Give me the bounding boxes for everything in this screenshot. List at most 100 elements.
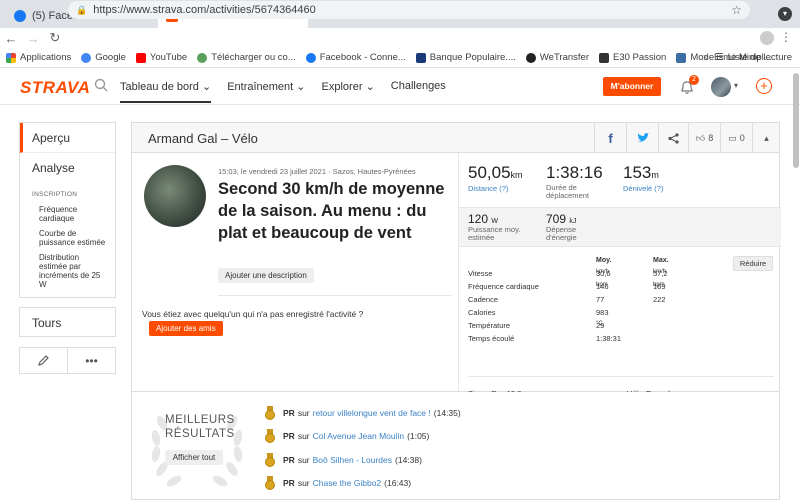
power-number: 120 xyxy=(468,212,489,226)
reading-list-icon: ☰ xyxy=(715,52,724,63)
bookmark-facebook[interactable]: Facebook - Conne... xyxy=(305,52,406,63)
sidebar-item-heart-rate[interactable]: Fréquence cardiaque xyxy=(20,202,115,226)
pr-time: (14:38) xyxy=(395,455,422,465)
nav-explore[interactable]: Explorer ⌄ xyxy=(322,80,375,103)
nav-training[interactable]: Entraînement ⌄ xyxy=(227,80,305,103)
youtube-icon xyxy=(135,52,146,63)
comments-count: 0 xyxy=(739,133,745,143)
share-facebook-button[interactable]: f xyxy=(594,123,626,153)
medal-icon xyxy=(265,476,275,490)
sidebar-item-power-distribution[interactable]: Distribution estimée par incréments de 2… xyxy=(20,250,115,297)
activity-date-location: 15:03, le vendredi 23 juillet 2021 · Saz… xyxy=(218,167,416,176)
sidebar-item-laps[interactable]: Tours xyxy=(19,307,116,337)
kudos-button[interactable]: 👍︎ 8 xyxy=(688,123,720,153)
share-icon xyxy=(668,132,679,144)
pr-badge: PR xyxy=(283,408,295,418)
stat-avg-value: 1:38:31 xyxy=(596,334,622,343)
pr-badge: PR xyxy=(283,478,295,488)
add-friends-button[interactable]: Ajouter des amis xyxy=(149,321,223,336)
chevron-down-icon: ⌄ xyxy=(365,81,375,93)
power-label: Puissance moy. estimée xyxy=(468,225,521,242)
bookmark-banque[interactable]: Banque Populaire.... xyxy=(415,52,516,63)
pr-sur: sur xyxy=(297,478,310,488)
moving-time-value: 1:38:16 xyxy=(546,163,603,182)
stat-label: Temps écoulé xyxy=(468,334,515,343)
segment-link[interactable]: retour villelongue vent de face ! xyxy=(313,408,431,418)
facebook-favicon-icon xyxy=(14,10,26,22)
divider xyxy=(218,295,452,296)
bank-icon xyxy=(415,52,426,63)
bookmark-wetransfer[interactable]: WeTransfer xyxy=(525,52,589,63)
address-bar[interactable]: 🔒 https://www.strava.com/activities/5674… xyxy=(68,1,750,19)
best-results-title: MEILLEURS RÉSULTATS xyxy=(165,414,235,440)
scrollbar-thumb[interactable] xyxy=(793,73,799,168)
bookmark-applications[interactable]: Applications xyxy=(6,52,71,63)
stats-row: Temps écoulé 1:38:31 xyxy=(468,334,748,347)
stat-avg-unit: °C xyxy=(596,321,603,327)
chevron-up-icon: ▴ xyxy=(764,132,769,143)
stats-row: Fréquence cardiaque 146 bpm 169 bpm xyxy=(468,282,748,295)
distance-label[interactable]: Distance (?) xyxy=(468,184,523,193)
reading-list[interactable]: ☰ Liste de lecture xyxy=(715,52,792,63)
segment-link[interactable]: Col Avenue Jean Moulin xyxy=(313,431,405,441)
add-description-button[interactable]: Ajouter une description xyxy=(218,268,314,283)
lock-icon[interactable]: 🔒 xyxy=(76,5,87,16)
page-scrollbar[interactable] xyxy=(793,69,799,500)
stat-distance: 50,05km Distance (?) xyxy=(468,163,523,193)
stat-label: Calories xyxy=(468,308,496,317)
bookmark-telecharger[interactable]: Télécharger ou co... xyxy=(197,52,296,63)
stat-avg-unit: km/h xyxy=(596,269,610,275)
col-max-header: Max. xyxy=(653,257,669,264)
chevron-down-icon[interactable]: ▾ xyxy=(734,81,738,90)
share-button[interactable] xyxy=(658,123,688,153)
nav-dashboard[interactable]: Tableau de bord ⌄ xyxy=(120,80,212,103)
edit-button[interactable] xyxy=(19,347,68,374)
subscribe-button[interactable]: M'abonner xyxy=(603,77,661,96)
strava-logo[interactable]: STRAVA xyxy=(20,78,90,98)
together-prompt: Vous étiez avec quelqu'un qui n'a pas en… xyxy=(142,309,364,319)
nav-challenges[interactable]: Challenges xyxy=(391,80,446,103)
segment-link[interactable]: Chase the Gibbo2 xyxy=(313,478,382,488)
nav-label: Explorer xyxy=(321,81,363,93)
stat-label: Cadence xyxy=(468,295,499,304)
comments-button[interactable]: ▭ 0 xyxy=(720,123,752,153)
stat-max-value: 222 xyxy=(653,295,666,304)
elevation-label[interactable]: Dénivelé (?) xyxy=(623,184,663,193)
stat-avg-unit: bpm xyxy=(596,282,608,288)
reload-icon[interactable]: ↻ xyxy=(44,30,66,46)
bookmark-youtube[interactable]: YouTube xyxy=(135,52,187,63)
pr-time: (1:05) xyxy=(407,431,430,441)
stat-label: Vitesse xyxy=(468,269,493,278)
profile-icon[interactable] xyxy=(760,31,774,45)
segment-link[interactable]: Boô Silhen - Lourdes xyxy=(313,455,392,465)
sidebar-item-overview[interactable]: Aperçu xyxy=(20,123,115,153)
sidebar-item-power-curve[interactable]: Courbe de puissance estimée xyxy=(20,226,115,250)
stat-max-unit: bpm xyxy=(653,282,665,288)
collapse-button[interactable]: ▴ xyxy=(752,123,780,153)
more-actions-button[interactable]: ••• xyxy=(68,347,116,374)
search-icon[interactable] xyxy=(94,78,108,92)
stat-energy: 709 kJ Dépense d'énergie xyxy=(546,212,598,242)
upload-plus-icon[interactable]: + xyxy=(756,78,772,94)
tab-search-icon[interactable]: ▾ xyxy=(778,7,792,21)
medal-icon xyxy=(265,429,275,443)
bookmark-label: Télécharger ou co... xyxy=(211,52,296,63)
bookmark-google[interactable]: Google xyxy=(81,52,126,63)
share-twitter-button[interactable] xyxy=(626,123,658,153)
forward-icon[interactable]: → xyxy=(22,31,44,46)
distance-value: 50,05km xyxy=(468,163,523,183)
distance-unit: km xyxy=(510,170,523,180)
bookmark-star-icon[interactable]: ☆ xyxy=(731,3,742,17)
athlete-avatar[interactable] xyxy=(144,165,206,227)
bookmark-e30[interactable]: E30 Passion xyxy=(599,52,666,63)
pr-sur: sur xyxy=(297,455,310,465)
stat-power: 120 W Puissance moy. estimée xyxy=(468,212,534,242)
sidebar-item-analysis[interactable]: Analyse xyxy=(20,153,115,183)
energy-value: 709 kJ xyxy=(546,212,598,226)
user-avatar[interactable] xyxy=(711,77,731,97)
activity-sidebar: Aperçu Analyse INSCRIPTION Fréquence car… xyxy=(19,122,116,337)
back-icon[interactable]: ← xyxy=(0,31,22,46)
browser-menu-icon[interactable]: ⋮ xyxy=(780,30,792,44)
more-bookmarks-chevron-icon[interactable]: » xyxy=(703,52,709,63)
show-all-button[interactable]: Afficher tout xyxy=(165,450,223,465)
